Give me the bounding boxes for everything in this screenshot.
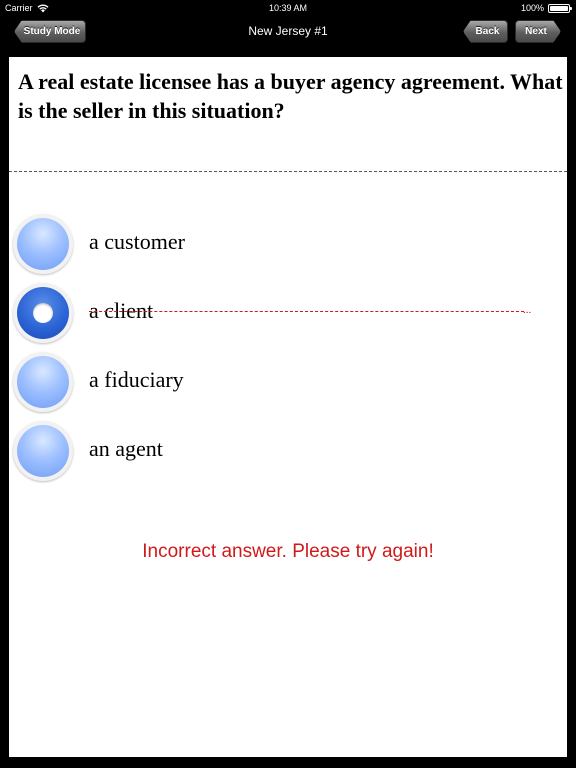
wifi-icon [37, 4, 49, 12]
radio-inner [17, 356, 69, 408]
radio-button-selected-icon[interactable] [13, 283, 73, 343]
battery-percent: 100% [520, 3, 544, 13]
feedback-message: Incorrect answer. Please try again! [142, 541, 434, 562]
answer-label[interactable]: a fiduciary [89, 367, 184, 393]
radio-button-icon[interactable] [13, 421, 73, 481]
answer-option-4[interactable]: an agent [9, 419, 567, 483]
question-text: A real estate licensee has a buyer agenc… [18, 69, 563, 123]
answer-label[interactable]: an agent [89, 436, 163, 462]
radio-inner [17, 218, 69, 270]
radio-dot-icon [33, 303, 53, 323]
next-button[interactable]: Next [515, 20, 561, 43]
status-bar: Carrier 10:39 AM 100% [0, 0, 576, 16]
strikethrough-ellipsis: ... [523, 304, 532, 316]
quiz-content: A real estate licensee has a buyer agenc… [9, 57, 567, 757]
status-time: 10:39 AM [268, 3, 308, 13]
status-left: Carrier [5, 3, 49, 13]
back-button[interactable]: Back [463, 20, 508, 43]
radio-inner [17, 425, 69, 477]
answer-label[interactable]: a customer [89, 229, 185, 255]
battery-fill [550, 5, 568, 11]
answer-option-1[interactable]: a customer [9, 212, 567, 276]
navigation-bar: Study Mode New Jersey #1 Back Next [0, 16, 576, 48]
answer-option-3[interactable]: a fiduciary [9, 350, 567, 414]
answer-option-2[interactable]: a client ... [9, 281, 567, 345]
battery-icon [548, 3, 572, 13]
radio-inner [17, 287, 69, 339]
question-divider [9, 171, 567, 172]
strikethrough-line [89, 311, 524, 312]
radio-button-icon[interactable] [13, 352, 73, 412]
radio-button-icon[interactable] [13, 214, 73, 274]
status-right: 100% [520, 3, 572, 13]
carrier-label: Carrier [5, 3, 33, 13]
